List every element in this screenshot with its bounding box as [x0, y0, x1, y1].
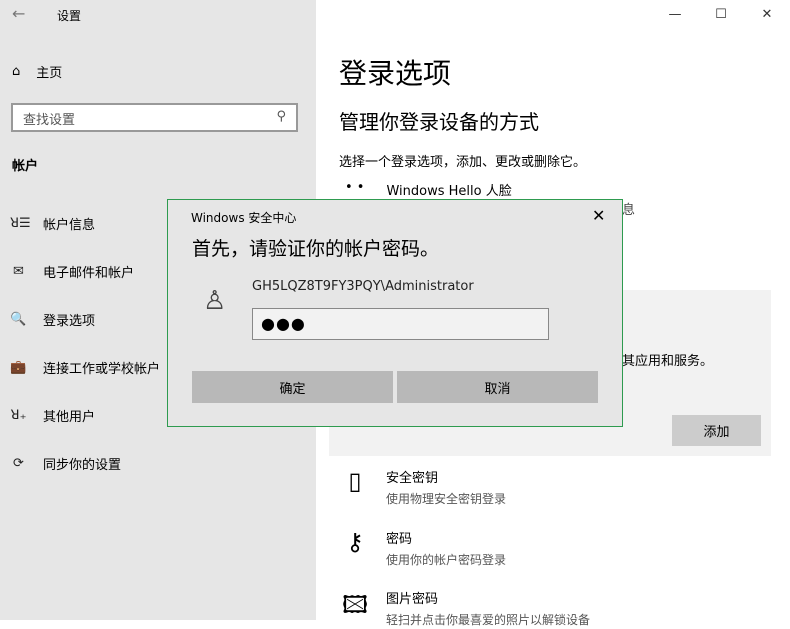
sidebar-item-sync[interactable]: ⟳ 同步你的设置: [10, 454, 121, 473]
option-title: 图片密码: [386, 592, 439, 607]
back-button[interactable]: ←: [12, 4, 25, 23]
dialog-close-button[interactable]: ✕: [592, 206, 605, 225]
nav-label: 连接工作或学校帐户: [43, 362, 161, 377]
page-subtitle: 管理你登录设备的方式: [339, 110, 539, 134]
password-input[interactable]: ●●●: [252, 308, 549, 340]
option-title: 密码: [386, 532, 413, 547]
ok-button[interactable]: 确定: [192, 371, 393, 403]
minimize-button[interactable]: —: [652, 0, 698, 28]
option-picture-password[interactable]: 🖾 图片密码 轻扫并点击你最喜爱的照片以解锁设备: [340, 588, 590, 629]
search-icon: ⚲: [276, 109, 286, 124]
option-subtext: 息: [622, 203, 636, 218]
app-title: 设置: [57, 9, 82, 23]
user-icon: ♙: [203, 286, 227, 316]
nav-label: 其他用户: [43, 410, 96, 425]
maximize-button[interactable]: ☐: [698, 0, 744, 28]
option-sub: 使用你的帐户密码登录: [386, 553, 507, 567]
usb-key-icon: ▯: [348, 467, 362, 495]
sidebar-item-email[interactable]: ✉ 电子邮件和帐户: [10, 262, 134, 281]
sidebar-item-other-users[interactable]: ꓤ₊ 其他用户: [10, 406, 95, 425]
cancel-button[interactable]: 取消: [397, 371, 598, 403]
key-icon: ⚷: [346, 528, 364, 556]
account-name: GH5LQZ8T9FY3PQY\Administrator: [252, 279, 474, 294]
option-title: 安全密钥: [386, 471, 439, 486]
sidebar-item-home[interactable]: ⌂ 主页: [12, 62, 62, 81]
home-icon: ⌂: [12, 64, 21, 79]
dialog-title: Windows 安全中心: [191, 211, 297, 225]
option-password[interactable]: ⚷ 密码使用你的帐户密码登录: [340, 528, 506, 568]
sidebar-item-account-info[interactable]: ꓤ☰ 帐户信息: [10, 214, 95, 233]
panel-text: 其应用和服务。: [622, 354, 714, 369]
nav-label: 帐户信息: [43, 218, 96, 233]
section-heading: 帐户: [12, 159, 39, 174]
picture-icon: 🖾: [341, 591, 369, 619]
option-sub: 使用物理安全密钥登录: [386, 492, 507, 506]
option-security-key[interactable]: ▯ 安全密钥使用物理安全密钥登录: [340, 467, 506, 507]
option-label: Windows Hello 人脸: [386, 184, 512, 199]
option-windows-hello-face[interactable]: • • Windows Hello 人脸: [345, 180, 512, 199]
nav-label: 登录选项: [43, 314, 96, 329]
add-user-icon: ꓤ₊: [10, 408, 27, 423]
search-placeholder: 查找设置: [23, 113, 76, 128]
home-label: 主页: [36, 66, 63, 81]
mail-icon: ✉: [13, 264, 24, 279]
sidebar-item-work-school[interactable]: 💼 连接工作或学校帐户: [10, 358, 160, 377]
nav-label: 电子邮件和帐户: [43, 266, 135, 281]
search-input[interactable]: 查找设置 ⚲: [11, 103, 298, 132]
add-button[interactable]: 添加: [672, 415, 761, 446]
security-dialog: Windows 安全中心 ✕ 首先，请验证你的帐户密码。 ♙ GH5LQZ8T9…: [167, 199, 623, 427]
window-controls: — ☐ ✕: [652, 0, 790, 28]
close-button[interactable]: ✕: [744, 0, 790, 28]
dialog-heading: 首先，请验证你的帐户密码。: [192, 238, 440, 260]
key-icon: 🔍: [10, 312, 27, 327]
sync-icon: ⟳: [13, 456, 24, 471]
page-description: 选择一个登录选项，添加、更改或删除它。: [339, 155, 587, 170]
account-info-icon: ꓤ☰: [10, 216, 31, 231]
briefcase-icon: 💼: [10, 360, 27, 375]
sidebar-item-sign-in-options[interactable]: 🔍 登录选项: [10, 310, 95, 329]
nav-label: 同步你的设置: [43, 458, 122, 473]
page-title: 登录选项: [339, 57, 452, 90]
face-icon: • •: [345, 180, 365, 195]
